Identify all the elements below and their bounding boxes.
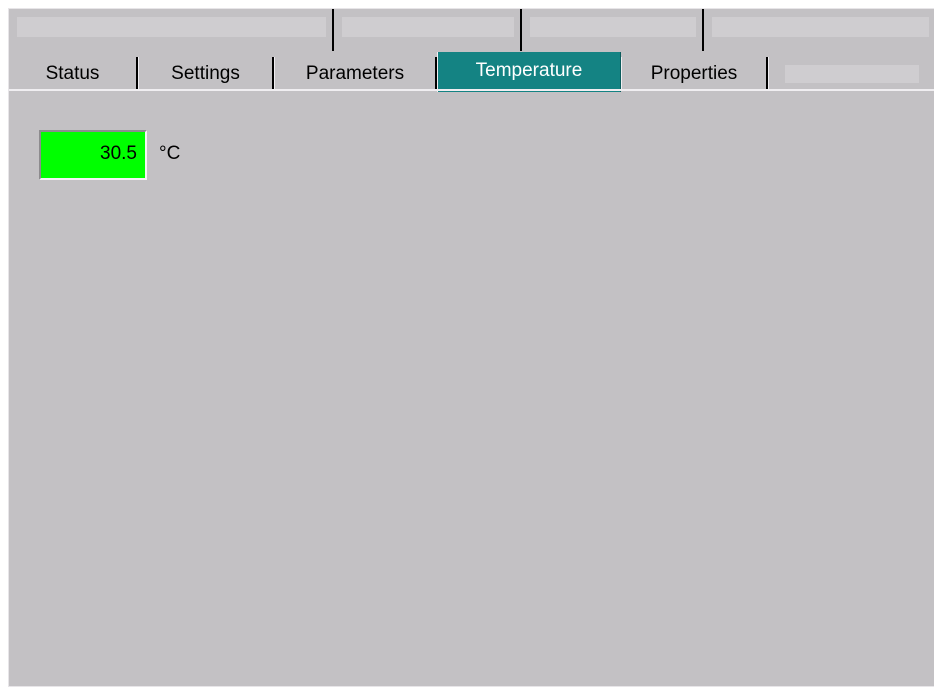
tab-status[interactable]: Status <box>9 57 138 90</box>
tab-settings-label: Settings <box>171 63 240 84</box>
tab-temperature-label: Temperature <box>475 60 583 81</box>
tab-back-1-label <box>17 17 326 37</box>
tab-properties-label: Properties <box>650 63 738 84</box>
tab-back-2[interactable] <box>334 9 522 51</box>
tab-temperature[interactable]: Temperature <box>437 52 621 92</box>
tab-settings[interactable]: Settings <box>138 57 274 90</box>
tab-status-label: Status <box>45 63 100 84</box>
tab-parameters[interactable]: Parameters <box>274 57 437 90</box>
temperature-unit-label: °C <box>159 143 181 164</box>
tab-properties[interactable]: Properties <box>621 57 768 90</box>
tab-back-4-label <box>712 17 929 37</box>
tab-back-3[interactable] <box>522 9 704 51</box>
tab-parameters-label: Parameters <box>305 63 405 84</box>
tab-back-4[interactable] <box>704 9 934 51</box>
temperature-value-field: 30.5 <box>39 130 147 180</box>
tab-back-1[interactable] <box>9 9 334 51</box>
tab-back-2-label <box>342 17 514 37</box>
tab-back-3-label <box>530 17 696 37</box>
temperature-value: 30.5 <box>100 143 137 164</box>
tab-blank[interactable] <box>768 57 934 90</box>
tab-control-window: Status Settings Parameters Temperature P… <box>8 8 934 687</box>
tab-content-border <box>9 89 934 91</box>
tab-blank-label <box>785 65 919 83</box>
